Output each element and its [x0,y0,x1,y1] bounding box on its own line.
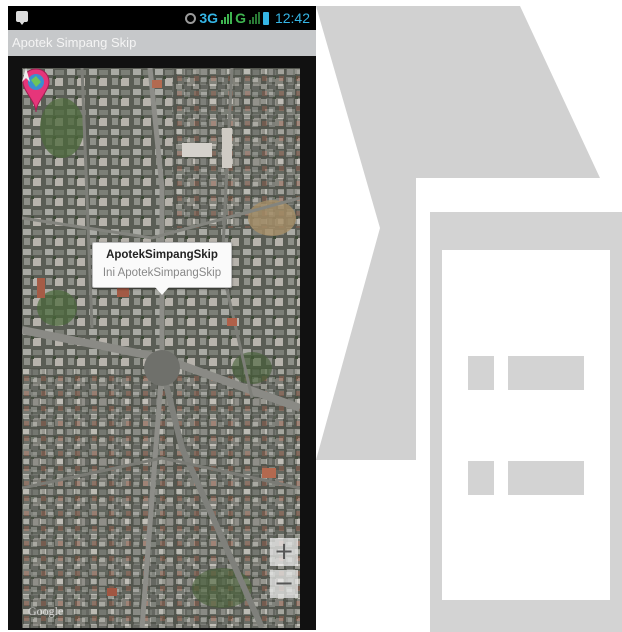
compass-arrow-icon [22,68,30,82]
list-icon-line-1 [508,356,584,390]
marker-info-window[interactable]: ApotekSimpangSkip Ini ApotekSimpangSkip [92,242,232,295]
info-window-title: ApotekSimpangSkip [106,249,218,261]
app-title: Apotek Simpang Skip [12,35,137,50]
signal-icon [248,12,260,24]
alarm-icon [185,12,197,24]
satellite-map[interactable]: ApotekSimpangSkip Ini ApotekSimpangSkip … [22,68,300,628]
info-window-subtitle: Ini ApotekSimpangSkip [102,267,222,279]
status-bar: 3G G 12:42 [8,6,316,30]
google-attribution: Google [28,604,64,618]
list-icon-bullet-1 [468,356,494,390]
status-icons: 3G G 12:42 [185,8,310,28]
action-bar: Apotek Simpang Skip [8,30,316,56]
battery-icon [262,11,269,25]
phone-screen [442,250,610,600]
zoom-in-button[interactable]: + [270,538,298,566]
list-icon-bullet-2 [468,461,494,495]
status-time: 12:42 [274,10,310,26]
signal-icon [221,12,233,24]
network-type-label-2: G [235,10,246,26]
zoom-out-button[interactable]: − [270,570,298,598]
satellite-imagery [22,68,300,628]
network-type-label: 3G [199,10,219,26]
list-icon-line-2 [508,461,584,495]
message-icon [16,11,28,25]
phone-screenshot: 3G G 12:42 Apotek Simpang Skip ApotekSim… [8,6,316,630]
